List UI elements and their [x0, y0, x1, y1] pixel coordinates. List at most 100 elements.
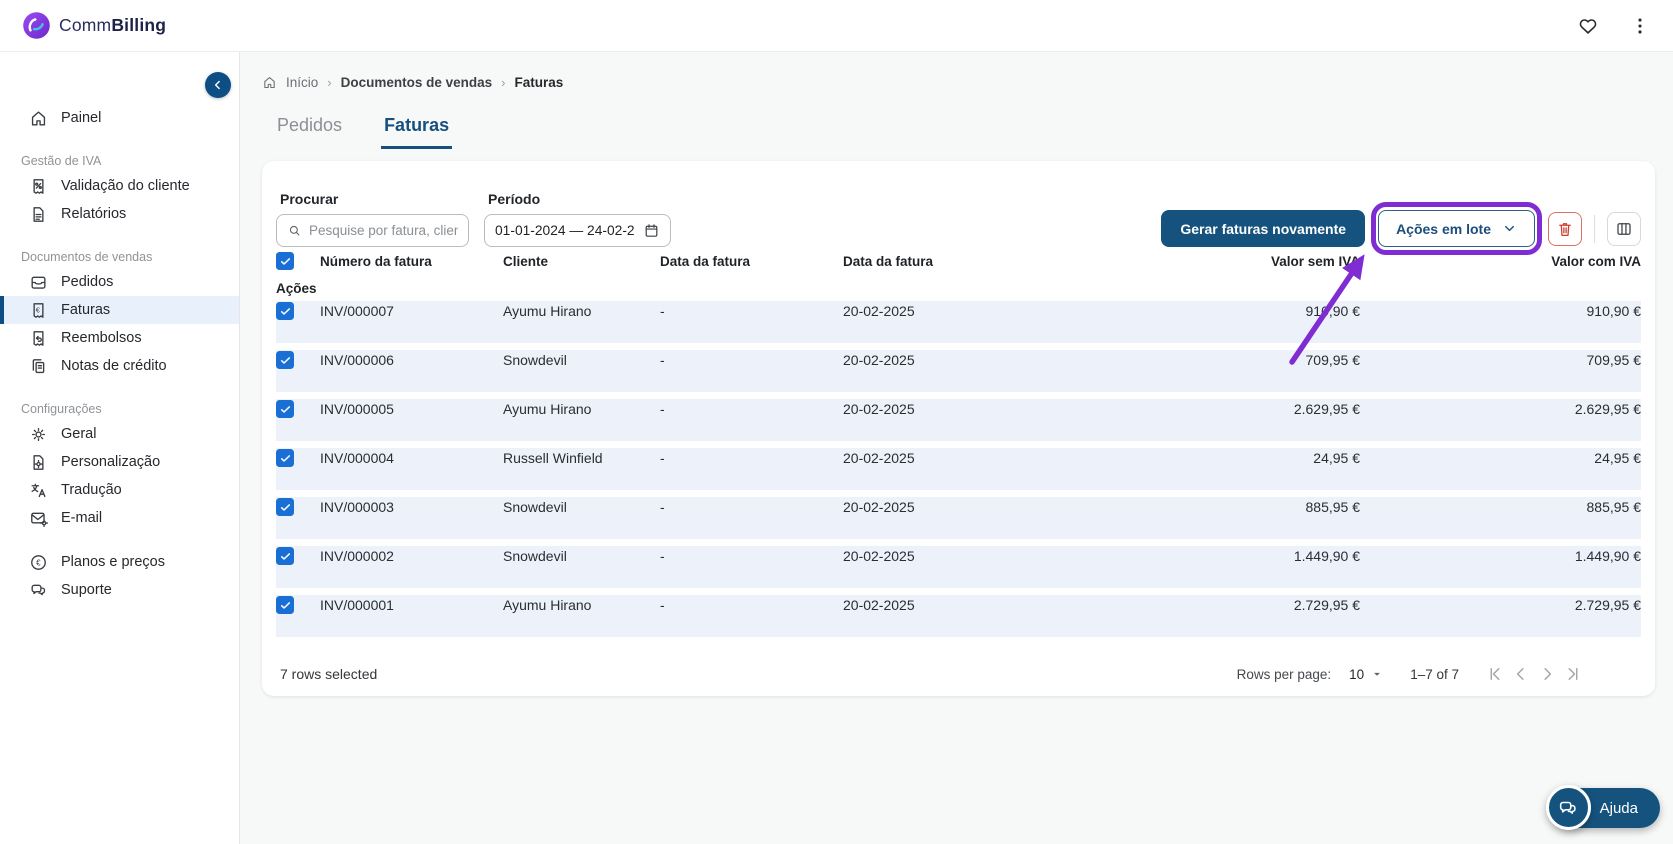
kebab-menu-icon[interactable]: [1629, 15, 1651, 37]
table-row[interactable]: INV/000003 Snowdevil - 20-02-2025 885,95 € 88…: [276, 497, 1641, 539]
issue-date-cell: 20-02-2025: [843, 597, 915, 613]
sidebar-item-relat-rios[interactable]: Relatórios: [0, 200, 239, 228]
breadcrumb-documentos-de-vendas[interactable]: Documentos de vendas: [341, 75, 493, 90]
sidebar-item-tradu-o[interactable]: Tradução: [0, 476, 239, 504]
breadcrumb: Início › Documentos de vendas › Faturas: [241, 52, 1673, 90]
rows-per-page-label: Rows per page:: [1236, 666, 1332, 682]
table-row[interactable]: INV/000002 Snowdevil - 20-02-2025 1.449,90 €…: [276, 546, 1641, 588]
sidebar-item-e-mail[interactable]: E-mail: [0, 504, 239, 532]
search-field-group: Procurar: [276, 191, 469, 247]
tab-pedidos[interactable]: Pedidos: [274, 115, 345, 149]
gear-icon: [29, 425, 48, 444]
column-header: Ações: [276, 280, 317, 296]
favorites-heart-icon[interactable]: [1577, 15, 1599, 37]
last-page-icon: [1564, 665, 1582, 683]
rows-per-page-value: 10: [1349, 666, 1365, 682]
batch-actions-label: Ações em lote: [1396, 220, 1491, 237]
orders-icon: [29, 273, 48, 292]
delete-button[interactable]: [1548, 211, 1582, 246]
row-checkbox-cell: [276, 596, 320, 614]
help-widget[interactable]: Ajuda: [1545, 785, 1660, 830]
table-row[interactable]: INV/000005 Ayumu Hirano - 20-02-2025 2.629,9…: [276, 399, 1641, 441]
sidebar-collapse-button[interactable]: [205, 72, 231, 98]
row-actions-cell: XML: [276, 567, 320, 587]
invoice-number-cell: INV/000003: [320, 499, 394, 515]
client-cell: Snowdevil: [503, 548, 567, 564]
select-all-checkbox[interactable]: [276, 252, 294, 271]
commbilling-logo-icon: [22, 11, 51, 40]
sidebar-item-label: Reembolsos: [61, 330, 142, 346]
invoice-number-cell: INV/000006: [320, 352, 394, 368]
row-checkbox[interactable]: [276, 449, 294, 467]
search-icon: [287, 223, 302, 238]
row-actions-cell: XML: [276, 469, 320, 489]
sidebar-item-personaliza-o[interactable]: Personalização: [0, 448, 239, 476]
table-row[interactable]: INV/000004 Russell Winfield - 20-02-2025 24,…: [276, 448, 1641, 490]
columns-icon: [1615, 220, 1633, 238]
row-checkbox[interactable]: [276, 498, 294, 516]
sidebar-item-notas-de-cr-dito[interactable]: Notas de crédito: [0, 352, 239, 380]
issue-date-cell: 20-02-2025: [843, 352, 915, 368]
invoice-number-cell: INV/000002: [320, 548, 394, 564]
gross-value-cell: 2.729,95 €: [1574, 597, 1641, 613]
sidebar-item-valida-o-do-cliente[interactable]: Validação do cliente: [0, 172, 239, 200]
table-body: INV/000007 Ayumu Hirano - 20-02-2025 910,90 …: [276, 301, 1641, 637]
table-row[interactable]: INV/000001 Ayumu Hirano - 20-02-2025 2.729,9…: [276, 595, 1641, 637]
net-value-cell: 709,95 €: [1305, 352, 1361, 368]
report-icon: [29, 205, 48, 224]
client-cell: Snowdevil: [503, 352, 567, 368]
sidebar-item-label: Faturas: [61, 302, 111, 318]
sidebar-item-pedidos[interactable]: Pedidos: [0, 268, 239, 296]
row-actions-cell: XML: [276, 322, 320, 342]
breadcrumb-inicio[interactable]: Início: [286, 75, 318, 90]
columns-settings-button[interactable]: [1607, 211, 1641, 246]
sidebar-item-reembolsos[interactable]: Reembolsos: [0, 324, 239, 352]
invoice-date-cell: -: [660, 499, 665, 515]
sidebar-item-faturas[interactable]: € Faturas: [0, 296, 239, 324]
rows-selected-text: 7 rows selected: [280, 666, 378, 682]
last-page-button[interactable]: [1561, 662, 1585, 686]
sidebar-item-label: Validação do cliente: [61, 178, 190, 194]
pagination-controls: Rows per page: 10 1–7 of 7: [1237, 662, 1641, 686]
row-checkbox[interactable]: [276, 351, 294, 369]
app-logo[interactable]: CommBilling: [22, 11, 166, 40]
brand-billing: Billing: [111, 15, 167, 35]
customization-icon: [29, 453, 48, 472]
net-value-cell: 1.449,90 €: [1293, 548, 1360, 564]
period-field-group: Período 01-01-2024 — 24-02-2025: [484, 191, 671, 247]
table-row[interactable]: INV/000006 Snowdevil - 20-02-2025 709,95 € 70…: [276, 350, 1641, 392]
row-checkbox[interactable]: [276, 547, 294, 565]
sidebar-item-label: E-mail: [61, 510, 103, 526]
row-checkbox[interactable]: [276, 302, 294, 320]
net-value-cell: 885,95 €: [1305, 499, 1361, 515]
breadcrumb-faturas[interactable]: Faturas: [515, 75, 564, 90]
tab-faturas[interactable]: Faturas: [381, 115, 453, 149]
help-bubble: [1545, 785, 1591, 830]
chevron-down-icon: [1502, 221, 1517, 236]
row-checkbox[interactable]: [276, 596, 294, 614]
main-content: Início › Documentos de vendas › Faturas …: [241, 52, 1673, 844]
sidebar-item-suporte[interactable]: Suporte: [0, 576, 239, 604]
row-checkbox[interactable]: [276, 400, 294, 418]
column-header: Cliente: [503, 253, 549, 269]
batch-actions-button[interactable]: Ações em lote: [1378, 210, 1535, 247]
regenerate-invoices-button[interactable]: Gerar faturas novamente: [1161, 210, 1366, 247]
sidebar-item-planos-e-pre-os[interactable]: € Planos e preços: [0, 548, 239, 576]
period-input[interactable]: 01-01-2024 — 24-02-2025: [484, 214, 671, 247]
next-page-button[interactable]: [1535, 662, 1559, 686]
sidebar-item-geral[interactable]: Geral: [0, 420, 239, 448]
first-page-button[interactable]: [1483, 662, 1507, 686]
net-value-cell: 2.729,95 €: [1293, 597, 1360, 613]
sidebar-item-painel[interactable]: Painel: [0, 104, 239, 132]
previous-page-button[interactable]: [1509, 662, 1533, 686]
action-toolbar: Gerar faturas novamente Ações em lote: [1161, 202, 1641, 255]
table-row[interactable]: INV/000007 Ayumu Hirano - 20-02-2025 910,90 …: [276, 301, 1641, 343]
gross-value-cell: 2.629,95 €: [1574, 401, 1641, 417]
period-label: Período: [488, 191, 541, 207]
table-footer: 7 rows selected Rows per page: 10 1–7 of…: [276, 644, 1641, 704]
rows-per-page-select[interactable]: 10: [1349, 667, 1384, 682]
home-icon: [29, 109, 48, 128]
search-input[interactable]: [309, 223, 458, 238]
top-bar: CommBilling: [0, 0, 1673, 52]
